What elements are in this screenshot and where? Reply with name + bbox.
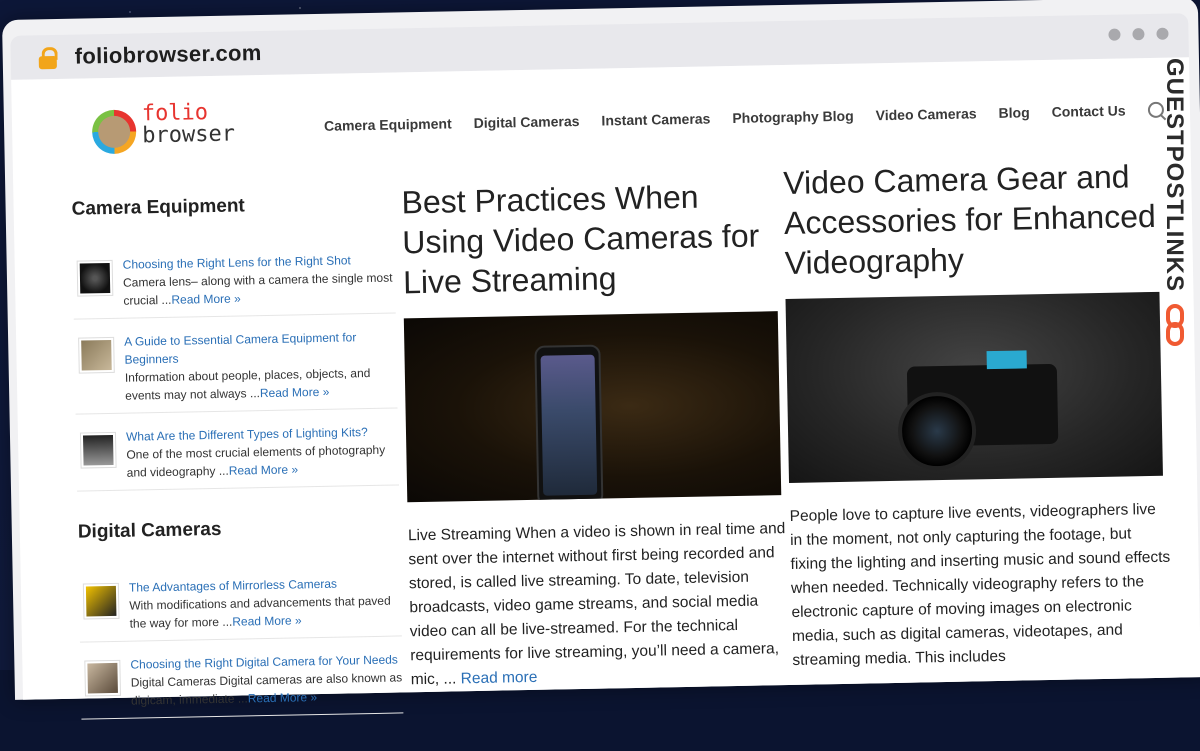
post-title-link[interactable]: Choosing the Right Digital Camera for Yo…: [130, 650, 402, 673]
list-item: Choosing the Right Lens for the Right Sh…: [72, 244, 396, 320]
list-item: What Are the Different Types of Lighting…: [75, 416, 400, 492]
article-excerpt: Live Streaming When a video is shown in …: [407, 520, 786, 689]
link-icon: [1164, 304, 1188, 350]
guestpostlinks-badge: GUESTPOSTLINKS: [1160, 58, 1194, 358]
site-logo[interactable]: folio browser: [91, 100, 253, 160]
read-more-link[interactable]: Read More »: [260, 385, 330, 400]
dot-icon[interactable]: [1156, 27, 1169, 40]
lens-illustration: [897, 391, 977, 471]
widget-digital-cameras: Digital Cameras The Advantages of Mirror…: [77, 515, 404, 720]
sidebar: Camera Equipment Choosing the Right Lens…: [71, 193, 404, 750]
read-more-link[interactable]: Read More »: [171, 291, 241, 306]
post-thumbnail[interactable]: [79, 431, 117, 469]
nav-photography-blog[interactable]: Photography Blog: [732, 108, 854, 126]
widget-title: Digital Cameras: [77, 518, 222, 543]
post-thumbnail[interactable]: [84, 659, 121, 697]
post-title-link[interactable]: Choosing the Right Lens for the Right Sh…: [123, 251, 395, 274]
browser-window: foliobrowser.com folio browser Camera Eq…: [2, 0, 1200, 720]
article-image[interactable]: [785, 291, 1163, 483]
read-more-link[interactable]: Read More »: [232, 613, 302, 628]
read-more-link[interactable]: Read More »: [229, 462, 299, 477]
main-nav: Camera Equipment Digital Cameras Instant…: [324, 101, 1164, 134]
logo-line2: browser: [142, 121, 236, 149]
list-item: Choosing the Right Digital Camera for Yo…: [80, 644, 404, 720]
list-item: The Advantages of Mirrorless Cameras Wit…: [78, 567, 402, 643]
read-more-link[interactable]: Read More »: [248, 690, 318, 705]
url-text[interactable]: foliobrowser.com: [74, 40, 261, 70]
list-item: A Guide to Essential Camera Equipment fo…: [73, 321, 398, 415]
widget-camera-equipment: Camera Equipment Choosing the Right Lens…: [71, 193, 400, 492]
post-title-link[interactable]: What Are the Different Types of Lighting…: [126, 422, 398, 445]
nav-contact-us[interactable]: Contact Us: [1052, 102, 1126, 119]
post-title-link[interactable]: The Advantages of Mirrorless Cameras: [129, 573, 401, 596]
camera-screen-illustration: [986, 350, 1027, 370]
phone-illustration: [534, 344, 604, 503]
post-thumbnail[interactable]: [76, 259, 114, 297]
article-live-streaming: Best Practices When Using Video Cameras …: [401, 175, 791, 692]
nav-instant-cameras[interactable]: Instant Cameras: [601, 110, 710, 128]
widget-title: Camera Equipment: [71, 195, 245, 220]
article-title[interactable]: Best Practices When Using Video Cameras …: [401, 175, 783, 302]
logo-icon: [91, 109, 137, 155]
dot-icon[interactable]: [1108, 28, 1121, 41]
lock-icon: [38, 46, 58, 70]
web-page: folio browser Camera Equipment Digital C…: [11, 57, 1200, 720]
window-controls: [1108, 27, 1169, 41]
article-image[interactable]: [403, 311, 782, 503]
article-video-gear: Video Camera Gear and Accessories for En…: [783, 156, 1173, 673]
post-title-link[interactable]: A Guide to Essential Camera Equipment fo…: [124, 327, 397, 368]
post-excerpt: Camera lens– along with a camera the sin…: [122, 270, 393, 308]
nav-camera-equipment[interactable]: Camera Equipment: [324, 115, 452, 133]
article-excerpt: People love to capture live events, vide…: [789, 500, 1171, 669]
nav-digital-cameras[interactable]: Digital Cameras: [474, 113, 580, 131]
badge-text: GUESTPOSTLINKS: [1161, 58, 1188, 293]
dot-icon[interactable]: [1132, 28, 1145, 41]
post-thumbnail[interactable]: [78, 336, 115, 374]
nav-blog[interactable]: Blog: [998, 104, 1029, 121]
read-more-link[interactable]: Read more: [461, 669, 538, 687]
nav-video-cameras[interactable]: Video Cameras: [876, 105, 977, 123]
article-title[interactable]: Video Camera Gear and Accessories for En…: [783, 156, 1165, 283]
post-thumbnail[interactable]: [82, 582, 120, 620]
post-excerpt: Information about people, places, object…: [124, 365, 371, 403]
